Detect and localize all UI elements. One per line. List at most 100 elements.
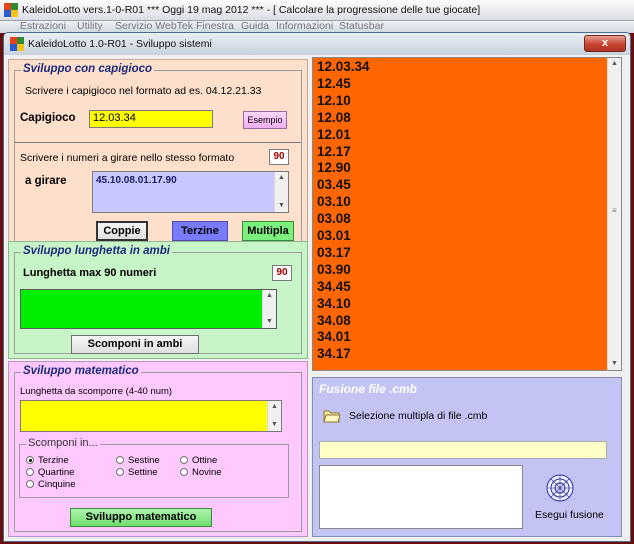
results-list[interactable]: 12.03.34 12.45 12.10 12.08 12.01 12.17 12.90 03… bbox=[312, 57, 622, 371]
list-item[interactable]: 34.17 bbox=[317, 346, 351, 361]
list-item[interactable]: 12.01 bbox=[317, 127, 351, 142]
matematico-scrollbar[interactable]: ▲ ▼ bbox=[267, 401, 281, 431]
list-item[interactable]: 12.10 bbox=[317, 93, 351, 108]
list-item[interactable]: 03.08 bbox=[317, 211, 351, 226]
results-list-scrollbar[interactable]: ▲ ≡ ▼ bbox=[607, 58, 621, 370]
a-girare-label: a girare bbox=[25, 175, 67, 187]
menu-utility[interactable]: Utility bbox=[77, 21, 103, 32]
scomponi-in-group: Scomponi in... Terzine Quartine Cinquine… bbox=[19, 437, 289, 498]
list-item[interactable]: 12.03.34 bbox=[317, 59, 370, 74]
scroll-up-icon[interactable]: ▲ bbox=[263, 290, 276, 302]
list-item[interactable]: 03.90 bbox=[317, 262, 351, 277]
a-girare-value: 45.10.08.01.17.90 bbox=[96, 175, 177, 186]
a-girare-textarea[interactable]: 45.10.08.01.17.90 ▲ ▼ bbox=[92, 171, 289, 213]
list-item[interactable]: 03.45 bbox=[317, 177, 351, 192]
app-title: KaleidoLotto vers.1-0-R01 *** Oggi 19 ma… bbox=[22, 4, 481, 16]
lunghetta-da-scomporre-label: Lunghetta da scomporre (4-40 num) bbox=[20, 386, 173, 397]
scomponi-in-title: Scomponi in... bbox=[26, 437, 100, 449]
fusion-spiral-icon bbox=[546, 474, 574, 502]
radio-sestine[interactable]: Sestine bbox=[116, 455, 160, 466]
scroll-down-icon[interactable]: ▼ bbox=[268, 419, 281, 431]
menu-statusbar[interactable]: Statusbar bbox=[339, 21, 384, 32]
scroll-up-icon[interactable]: ▲ bbox=[268, 401, 281, 413]
lunghetta-panel: Sviluppo lunghetta in ambi Lunghetta max… bbox=[8, 241, 308, 359]
window-title: KaleidoLotto 1.0-R01 - Sviluppo sistemi bbox=[28, 38, 212, 50]
close-button[interactable]: x bbox=[584, 35, 626, 52]
radio-quartine[interactable]: Quartine bbox=[26, 467, 74, 478]
menu-guida[interactable]: Guida bbox=[241, 21, 269, 32]
capigioco-input[interactable]: 12.03.34 bbox=[89, 110, 213, 128]
list-item[interactable]: 12.90 bbox=[317, 160, 351, 175]
kaleidolotto-logo-icon bbox=[4, 3, 18, 17]
fusione-path-field[interactable] bbox=[319, 441, 607, 459]
scroll-grip-icon[interactable]: ≡ bbox=[612, 207, 617, 215]
lunghetta-group: Sviluppo lunghetta in ambi Lunghetta max… bbox=[14, 245, 302, 354]
sviluppo-matematico-button[interactable]: Sviluppo matematico bbox=[70, 508, 212, 527]
radio-icon bbox=[26, 468, 34, 476]
divider bbox=[15, 142, 301, 143]
menu-finestra[interactable]: Finestra bbox=[196, 21, 234, 32]
list-item[interactable]: 34.01 bbox=[317, 329, 351, 344]
fusione-panel: Fusione file .cmb Selezione multipla di … bbox=[312, 377, 622, 537]
fusione-title: Fusione file .cmb bbox=[319, 382, 418, 396]
list-item[interactable]: 12.45 bbox=[317, 76, 351, 91]
list-item[interactable]: 34.10 bbox=[317, 296, 351, 311]
window-titlebar: KaleidoLotto 1.0-R01 - Sviluppo sistemi … bbox=[4, 33, 630, 55]
a-girare-scrollbar[interactable]: ▲ ▼ bbox=[274, 172, 288, 212]
scroll-down-icon[interactable]: ▼ bbox=[608, 358, 621, 370]
esempio-button[interactable]: Esempio bbox=[243, 111, 287, 129]
capigioco-panel: Sviluppo con capigioco Scrivere i capigi… bbox=[8, 59, 308, 267]
matematico-group: Sviluppo matematico Lunghetta da scompor… bbox=[14, 365, 302, 532]
scroll-up-icon[interactable]: ▲ bbox=[275, 172, 288, 184]
radio-ottine[interactable]: Ottine bbox=[180, 455, 217, 466]
scroll-up-icon[interactable]: ▲ bbox=[608, 58, 621, 70]
lunghetta-label: Lunghetta max 90 numeri bbox=[23, 267, 157, 279]
list-item[interactable]: 03.01 bbox=[317, 228, 351, 243]
lunghetta-count: 90 bbox=[272, 265, 292, 281]
capigioco-title: Sviluppo con capigioco bbox=[21, 63, 155, 75]
radio-cinquine[interactable]: Cinquine bbox=[26, 479, 76, 490]
lunghetta-textarea[interactable]: ▲ ▼ bbox=[20, 289, 277, 329]
list-item[interactable]: 12.17 bbox=[317, 144, 351, 159]
numeri-instruction: Scrivere i numeri a girare nello stesso … bbox=[20, 152, 235, 164]
sviluppo-sistemi-window: KaleidoLotto 1.0-R01 - Sviluppo sistemi … bbox=[3, 32, 631, 542]
radio-novine[interactable]: Novine bbox=[180, 467, 222, 478]
terzine-button[interactable]: Terzine bbox=[172, 221, 228, 241]
radio-terzine[interactable]: Terzine bbox=[26, 455, 69, 466]
esegui-fusione-button[interactable]: Esegui fusione bbox=[535, 509, 604, 521]
close-icon: x bbox=[601, 37, 609, 49]
menu-informazioni[interactable]: Informazioni bbox=[276, 21, 333, 32]
capigioco-label: Capigioco bbox=[20, 112, 76, 124]
list-item[interactable]: 03.17 bbox=[317, 245, 351, 260]
radio-icon bbox=[180, 456, 188, 464]
radio-icon bbox=[116, 468, 124, 476]
lunghetta-title: Sviluppo lunghetta in ambi bbox=[21, 245, 172, 257]
radio-icon bbox=[116, 456, 124, 464]
selezione-multipla-label[interactable]: Selezione multipla di file .cmb bbox=[349, 410, 487, 422]
radio-selected-icon bbox=[26, 456, 34, 464]
scroll-down-icon[interactable]: ▼ bbox=[275, 200, 288, 212]
matematico-title: Sviluppo matematico bbox=[21, 365, 141, 377]
menu-estrazioni[interactable]: Estrazioni bbox=[20, 21, 66, 32]
list-item[interactable]: 03.10 bbox=[317, 194, 351, 209]
radio-settine[interactable]: Settine bbox=[116, 467, 158, 478]
numeri-count: 90 bbox=[269, 149, 289, 165]
list-item[interactable]: 34.08 bbox=[317, 313, 351, 328]
lunghetta-scrollbar[interactable]: ▲ ▼ bbox=[262, 290, 276, 328]
kaleidolotto-logo-icon bbox=[10, 37, 24, 51]
scroll-down-icon[interactable]: ▼ bbox=[263, 316, 276, 328]
list-item[interactable]: 12.08 bbox=[317, 110, 351, 125]
radio-icon bbox=[180, 468, 188, 476]
fusione-file-list[interactable] bbox=[319, 465, 523, 529]
list-item[interactable]: 34.45 bbox=[317, 279, 351, 294]
folder-open-icon[interactable] bbox=[323, 408, 341, 423]
menu-servizio-webtek[interactable]: Servizio WebTek bbox=[115, 21, 193, 32]
app-titlebar: KaleidoLotto vers.1-0-R01 *** Oggi 19 ma… bbox=[0, 0, 634, 21]
scomponi-in-ambi-button[interactable]: Scomponi in ambi bbox=[71, 335, 199, 354]
multipla-button[interactable]: Multipla bbox=[242, 221, 294, 241]
matematico-textarea[interactable]: ▲ ▼ bbox=[20, 400, 282, 432]
radio-icon bbox=[26, 480, 34, 488]
capigioco-instruction: Scrivere i capigioco nel formato ad es. … bbox=[25, 85, 262, 97]
matematico-panel: Sviluppo matematico Lunghetta da scompor… bbox=[8, 361, 308, 537]
coppie-button[interactable]: Coppie bbox=[96, 221, 148, 241]
